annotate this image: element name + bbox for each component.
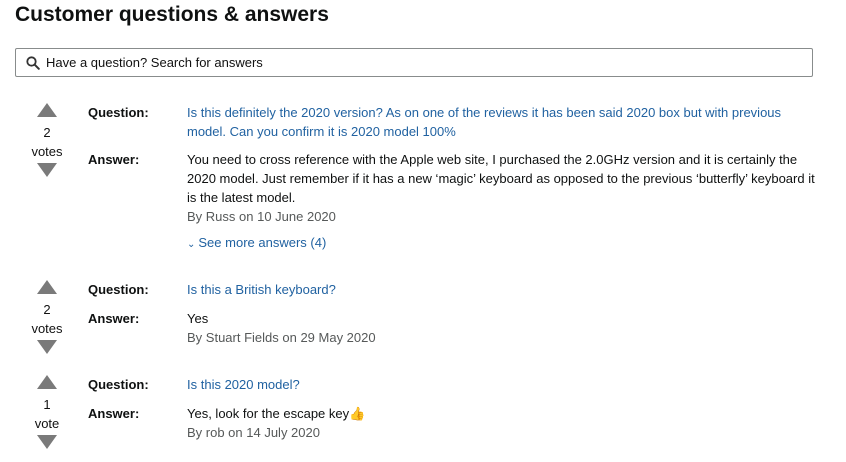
downvote-button[interactable]: [37, 340, 57, 354]
answer-text: Yes: [187, 311, 209, 326]
answer-text: Yes, look for the escape key👍: [187, 406, 366, 421]
vote-widget: 2 votes: [24, 103, 70, 177]
answer-byline: By rob on 14 July 2020: [187, 425, 320, 440]
question-link[interactable]: Is this 2020 model?: [187, 375, 817, 394]
question-label: Question:: [88, 377, 149, 392]
upvote-button[interactable]: [37, 375, 57, 389]
vote-count: 2: [43, 125, 51, 140]
downvote-button[interactable]: [37, 163, 57, 177]
downvote-button[interactable]: [37, 435, 57, 449]
chevron-down-icon: ⌄: [187, 239, 196, 250]
vote-widget: 1 vote: [24, 375, 70, 449]
vote-widget: 2 votes: [24, 280, 70, 354]
search-input[interactable]: [46, 55, 812, 70]
vote-label: votes: [31, 144, 63, 159]
search-icon: [26, 55, 40, 70]
question-label: Question:: [88, 105, 149, 120]
vote-label: votes: [31, 321, 63, 336]
answer-label: Answer:: [88, 311, 140, 326]
see-more-answers-link[interactable]: ⌄ See more answers (4): [187, 233, 326, 254]
answer-byline: By Russ on 10 June 2020: [187, 209, 336, 224]
answer-label: Answer:: [88, 406, 140, 421]
upvote-button[interactable]: [37, 280, 57, 294]
question-link[interactable]: Is this definitely the 2020 version? As …: [187, 103, 817, 141]
answer-byline: By Stuart Fields on 29 May 2020: [187, 330, 376, 345]
see-more-label: See more answers (4): [198, 235, 327, 250]
vote-count: 2: [43, 302, 51, 317]
search-box[interactable]: [15, 48, 813, 77]
question-link[interactable]: Is this a British keyboard?: [187, 280, 817, 299]
upvote-button[interactable]: [37, 103, 57, 117]
vote-count: 1: [43, 397, 51, 412]
vote-label: vote: [34, 416, 60, 431]
question-label: Question:: [88, 282, 149, 297]
answer-label: Answer:: [88, 152, 140, 167]
answer-text: You need to cross reference with the App…: [187, 152, 815, 205]
page-title: Customer questions & answers: [15, 3, 329, 26]
